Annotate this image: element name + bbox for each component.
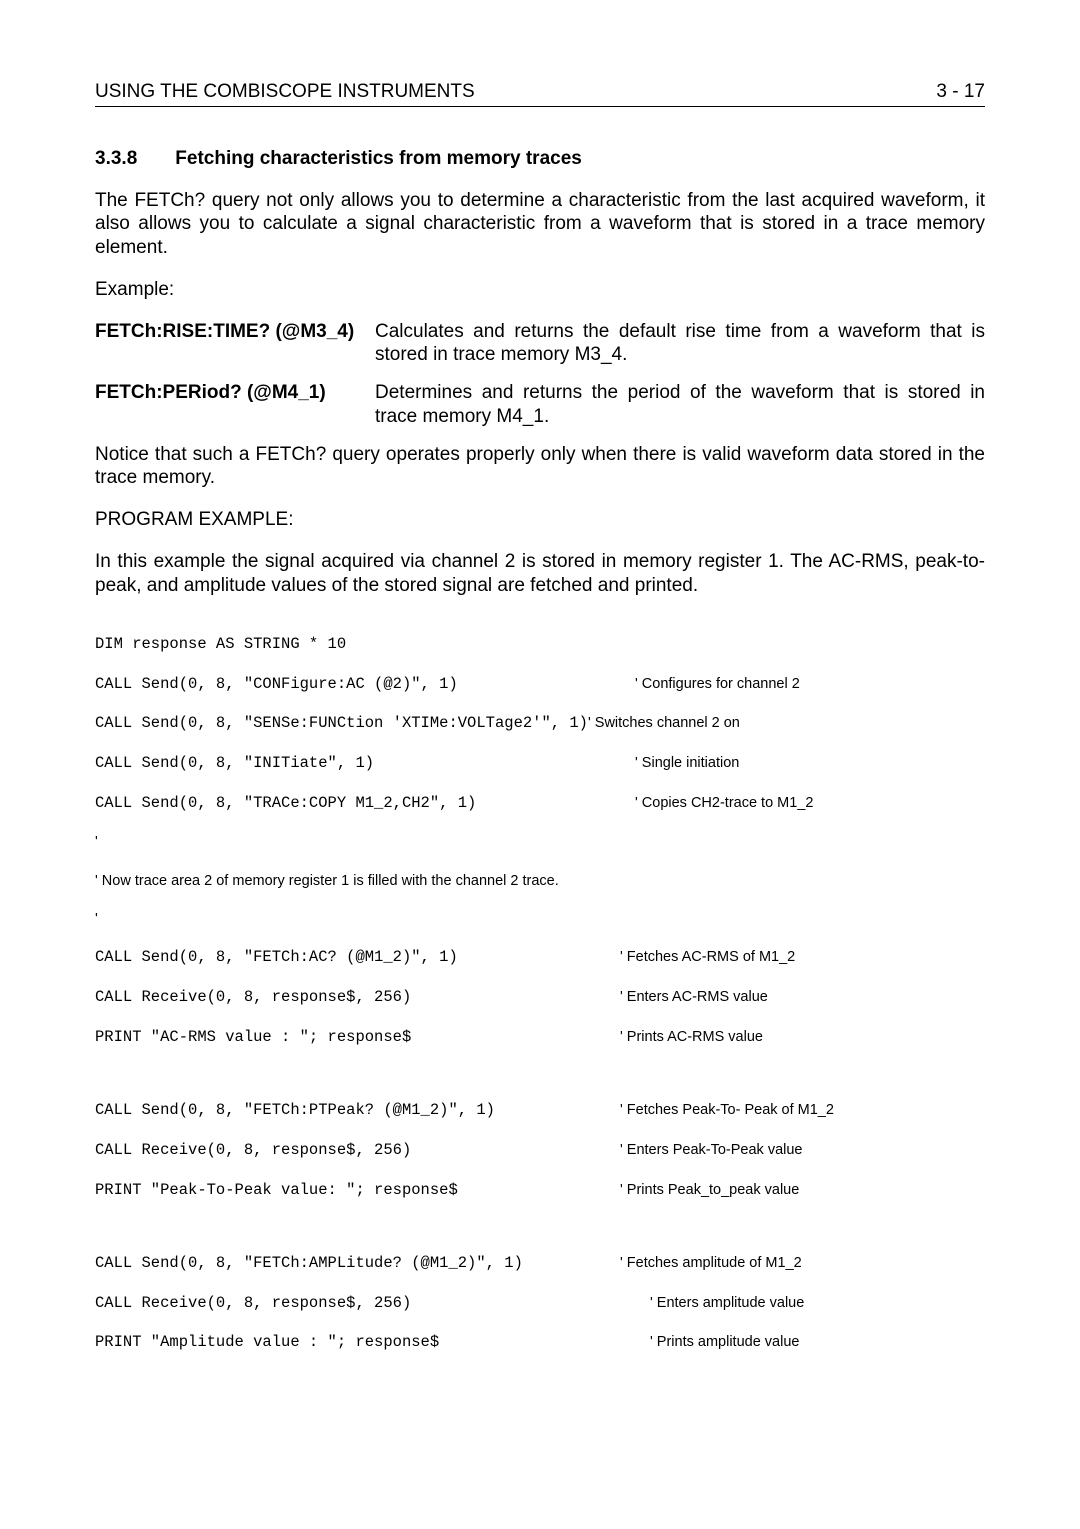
code-line: CALL Send(0, 8, "SENSe:FUNCtion 'XTIMe:V… [95,714,588,734]
code-comment: ' Fetches amplitude of M1_2 [620,1254,802,1273]
code-comment: ' Enters AC-RMS value [620,988,768,1007]
code-line: CALL Receive(0, 8, response$, 256) [95,1294,650,1314]
code-line: CALL Send(0, 8, "CONFigure:AC (@2)", 1) [95,675,635,695]
code-line: CALL Send(0, 8, "FETCh:AMPLitude? (@M1_2… [95,1254,620,1274]
code-comment: ' Prints AC-RMS value [620,1028,763,1047]
code-comment: ' Prints Peak_to_peak value [620,1181,799,1200]
header-right: 3 - 17 [936,80,985,104]
code-line: CALL Receive(0, 8, response$, 256) [95,988,620,1008]
code-line: CALL Send(0, 8, "FETCh:AC? (@M1_2)", 1) [95,948,620,968]
definition-desc: Determines and returns the period of the… [375,381,985,429]
intro-paragraph: The FETCh? query not only allows you to … [95,189,985,260]
code-line: PRINT "Peak-To-Peak value: "; response$ [95,1181,620,1201]
program-example-label: PROGRAM EXAMPLE: [95,508,985,532]
definition-row: FETCh:RISE:TIME? (@M3_4) Calculates and … [95,320,985,368]
definition-row: FETCh:PERiod? (@M4_1) Determines and ret… [95,381,985,429]
code-comment: ' Single initiation [635,754,739,773]
code-comment: ' Configures for channel 2 [635,675,800,694]
code-comment: ' Copies CH2-trace to M1_2 [635,794,813,813]
code-comment: ' Prints amplitude value [650,1333,799,1352]
code-line: PRINT "AC-RMS value : "; response$ [95,1028,620,1048]
page-header: USING THE COMBISCOPE INSTRUMENTS 3 - 17 [95,80,985,107]
section-title: Fetching characteristics from memory tra… [175,148,582,169]
code-comment: ' Enters Peak-To-Peak value [620,1141,803,1160]
program-desc-paragraph: In this example the signal acquired via … [95,550,985,598]
code-line: DIM response AS STRING * 10 [95,635,635,655]
code-comment: ' Now trace area 2 of memory register 1 … [95,872,559,891]
code-line: CALL Send(0, 8, "INITiate", 1) [95,754,635,774]
code-line: CALL Send(0, 8, "TRACe:COPY M1_2,CH2", 1… [95,794,635,814]
code-comment: ' Fetches Peak-To- Peak of M1_2 [620,1101,834,1120]
code-block: DIM response AS STRING * 10 CALL Send(0,… [95,615,985,1373]
code-comment: ' [95,910,98,929]
header-left: USING THE COMBISCOPE INSTRUMENTS [95,80,475,104]
code-comment: ' Fetches AC-RMS of M1_2 [620,948,795,967]
code-comment: ' [95,833,98,852]
definition-desc: Calculates and returns the default rise … [375,320,985,368]
definition-term: FETCh:RISE:TIME? (@M3_4) [95,320,375,368]
example-label: Example: [95,278,985,302]
section-heading: 3.3.8 Fetching characteristics from memo… [95,147,985,171]
code-comment: ' Switches channel 2 on [588,714,740,733]
note-paragraph: Notice that such a FETCh? query operates… [95,443,985,491]
code-line: CALL Receive(0, 8, response$, 256) [95,1141,620,1161]
code-line: PRINT "Amplitude value : "; response$ [95,1333,650,1353]
code-line: CALL Send(0, 8, "FETCh:PTPeak? (@M1_2)",… [95,1101,620,1121]
definition-term: FETCh:PERiod? (@M4_1) [95,381,375,429]
section-number: 3.3.8 [95,147,170,171]
code-comment: ' Enters amplitude value [650,1294,804,1313]
